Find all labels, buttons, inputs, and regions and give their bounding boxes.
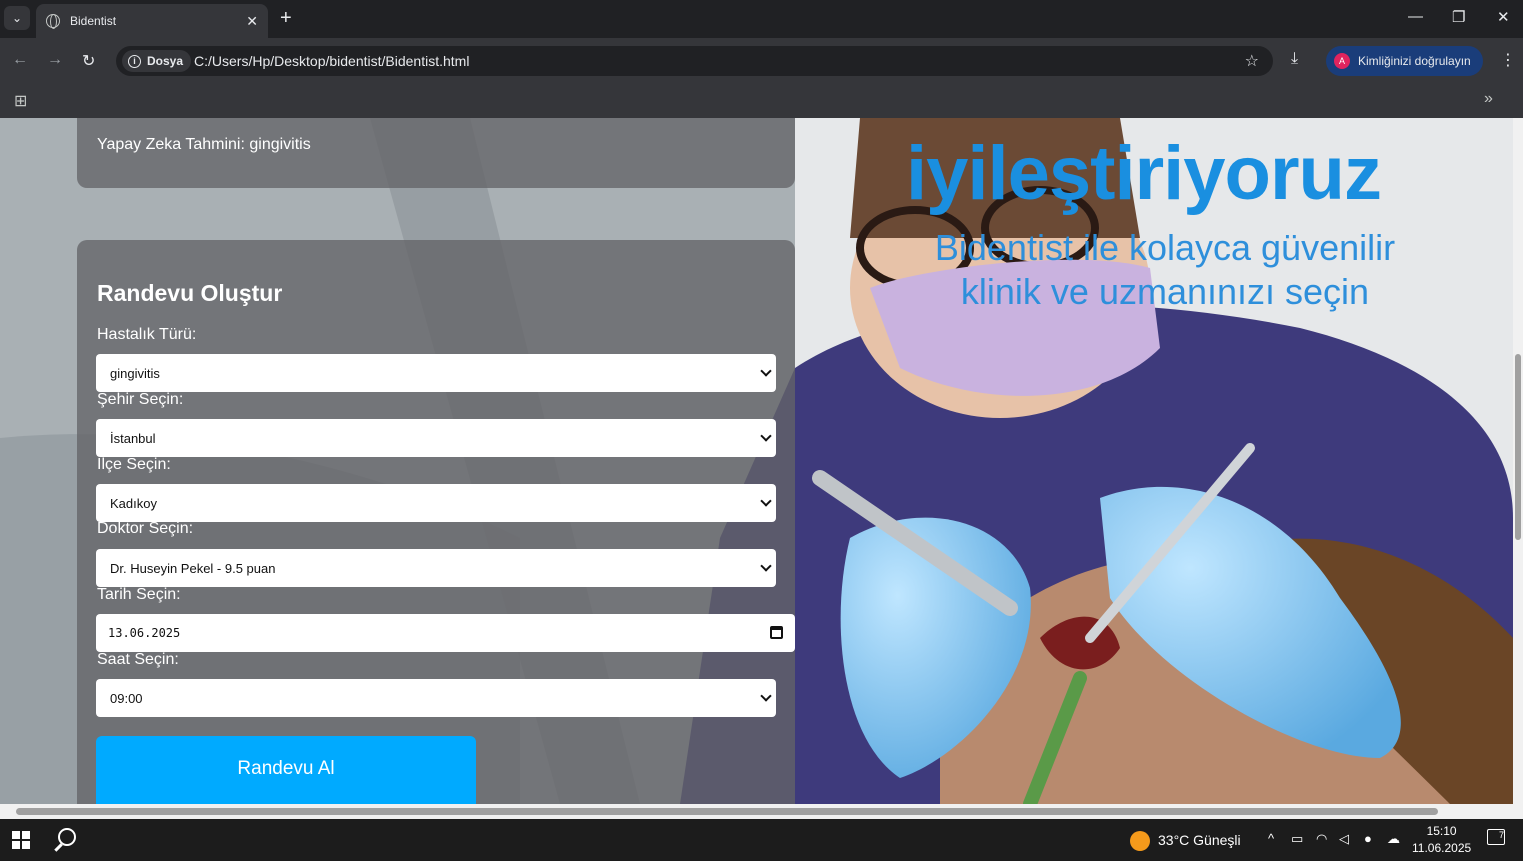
district-select-value: Kadıkoy [110, 495, 157, 511]
wifi-icon[interactable]: ◠ [1316, 831, 1327, 847]
download-icon[interactable]: ⤓ [1291, 50, 1298, 68]
city-select[interactable]: İstanbul [96, 419, 776, 457]
chevron-down-icon [760, 365, 772, 377]
notification-icon[interactable]: 7 [1487, 829, 1505, 845]
time-select[interactable]: 09:00 [96, 679, 776, 717]
tab-close-icon[interactable]: ✕ [246, 13, 258, 30]
chevron-down-icon [760, 430, 772, 442]
tab-bidentist[interactable]: Bidentist ✕ [36, 4, 268, 38]
browser-toolbar: ← → ↻ i Dosya C:/Users/Hp/Desktop/bident… [0, 38, 1523, 84]
back-icon[interactable]: ← [12, 51, 28, 69]
address-bar[interactable]: i Dosya C:/Users/Hp/Desktop/bidentist/Bi… [116, 46, 1273, 76]
globe-icon [46, 14, 60, 29]
hero-title: iyileştiriyoruz [906, 131, 1382, 216]
vertical-scrollbar[interactable] [1513, 118, 1523, 804]
forward-icon[interactable]: → [47, 51, 63, 69]
tray-chevron-icon[interactable]: ^ [1268, 831, 1274, 846]
tab-search-icon[interactable]: ⌄ [4, 6, 30, 30]
clock-date: 11.06.2025 [1412, 841, 1472, 855]
chevron-down-icon [760, 495, 772, 507]
date-label: Tarih Seçin: [97, 586, 181, 603]
date-input[interactable]: 13.06.2025 [96, 614, 795, 652]
page-viewport: Yapay Zeka Tahmini: gingivitis Randevu O… [0, 118, 1513, 804]
minimize-icon[interactable]: — [1408, 8, 1423, 25]
appointment-form-card: Randevu Oluştur Hastalık Türü: gingiviti… [77, 240, 795, 804]
apps-grid-icon[interactable]: ⊞ [14, 91, 27, 111]
windows-start-icon[interactable] [12, 831, 30, 849]
bookmarks-bar: ⊞ » [0, 84, 1523, 118]
disease-label: Hastalık Türü: [97, 326, 197, 343]
doctor-select[interactable]: Dr. Huseyin Pekel - 9.5 puan [96, 549, 776, 587]
cloud-icon[interactable]: ☁ [1387, 831, 1400, 847]
notification-count: 7 [1498, 830, 1504, 840]
taskbar: 33°C Güneşli ^ ▭ ◠ ◁ ● ☁ 15:10 11.06.202… [0, 819, 1523, 861]
restore-icon[interactable]: ❐ [1452, 8, 1465, 26]
url-text[interactable]: C:/Users/Hp/Desktop/bidentist/Bidentist.… [194, 53, 469, 69]
time-select-value: 09:00 [110, 690, 143, 706]
battery-icon[interactable]: ▭ [1291, 831, 1303, 847]
disease-select[interactable]: gingivitis [96, 354, 776, 392]
tab-title: Bidentist [70, 14, 117, 28]
site-info-chip[interactable]: i Dosya [122, 50, 192, 72]
weather-text[interactable]: 33°C Güneşli [1158, 832, 1241, 848]
horizontal-scroll-thumb[interactable] [16, 808, 1438, 815]
microphone-icon[interactable]: ● [1364, 831, 1372, 846]
ai-prediction-card: Yapay Zeka Tahmini: gingivitis [77, 118, 795, 188]
submit-appointment-button[interactable]: Randevu Al [96, 736, 476, 804]
horizontal-scrollbar[interactable] [0, 804, 1523, 819]
info-icon: i [128, 54, 141, 68]
bookmark-star-icon[interactable]: ☆ [1245, 51, 1259, 71]
time-label: Saat Seçin: [97, 651, 179, 668]
menu-kebab-icon[interactable]: ⋮ [1500, 50, 1516, 70]
city-select-value: İstanbul [110, 430, 156, 446]
city-label: Şehir Seçin: [97, 391, 184, 408]
reload-icon[interactable]: ↻ [82, 51, 95, 71]
profile-button[interactable]: A Kimliğinizi doğrulayın [1326, 46, 1483, 76]
clock[interactable]: 15:10 11.06.2025 [1412, 823, 1471, 857]
new-tab-button[interactable]: + [280, 6, 292, 30]
doctor-select-value: Dr. Huseyin Pekel - 9.5 puan [110, 560, 276, 576]
date-input-value: 13.06.2025 [108, 626, 181, 640]
tab-strip: ⌄ Bidentist ✕ + — ❐ ✕ [0, 0, 1523, 38]
window-close-icon[interactable]: ✕ [1497, 8, 1510, 26]
search-icon[interactable] [58, 828, 76, 846]
district-select[interactable]: Kadıkoy [96, 484, 776, 522]
form-title: Randevu Oluştur [97, 280, 283, 306]
chevron-down-icon [760, 690, 772, 702]
volume-icon[interactable]: ◁ [1339, 831, 1349, 847]
bookmarks-overflow-icon[interactable]: » [1484, 90, 1493, 108]
disease-select-value: gingivitis [110, 365, 160, 381]
profile-label: Kimliğinizi doğrulayın [1358, 54, 1471, 68]
doctor-label: Doktor Seçin: [97, 520, 194, 537]
hero-subtitle: Bidentist ile kolayca güvenilir klinik v… [934, 227, 1396, 312]
avatar: A [1334, 53, 1350, 69]
chevron-down-icon [760, 560, 772, 572]
ai-prediction-text: Yapay Zeka Tahmini: gingivitis [97, 136, 311, 153]
calendar-icon[interactable] [770, 626, 783, 639]
site-chip-label: Dosya [147, 54, 184, 68]
district-label: İlçe Seçin: [97, 456, 171, 473]
vertical-scroll-thumb[interactable] [1515, 354, 1521, 540]
weather-sun-icon[interactable] [1130, 831, 1150, 851]
clock-time: 15:10 [1426, 824, 1457, 838]
